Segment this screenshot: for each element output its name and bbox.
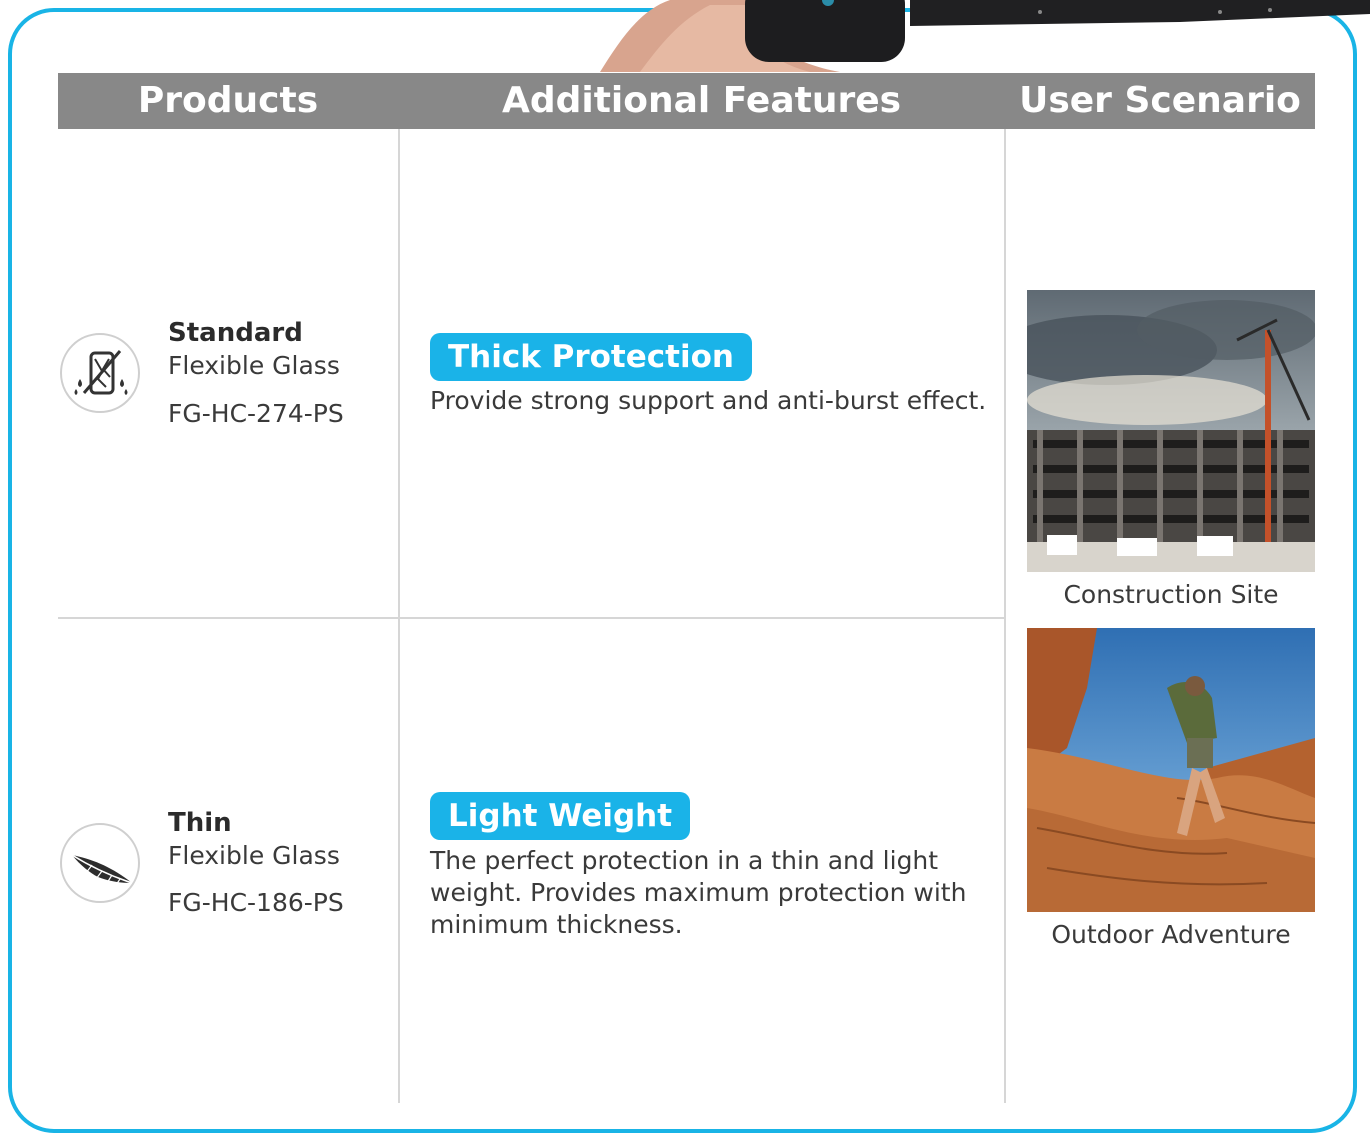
outdoor-adventure-image: [1027, 628, 1315, 912]
construction-site-image: [1027, 290, 1315, 572]
feature-description: Provide strong support and anti-burst ef…: [430, 386, 987, 415]
product-name: Thin: [168, 808, 232, 838]
shatter-proof-phone-icon: [60, 333, 140, 413]
table-header: Products Additional Features User Scenar…: [58, 73, 1315, 129]
header-additional-features: Additional Features: [501, 80, 902, 121]
feather-icon: [60, 823, 140, 903]
product-code: FG-HC-186-PS: [168, 888, 344, 917]
column-divider: [1004, 129, 1006, 1103]
row-divider: [58, 617, 1005, 619]
product-name: Standard: [168, 318, 303, 348]
feature-description: The perfect protection in a thin and lig…: [430, 846, 967, 939]
header-user-scenario: User Scenario: [1019, 80, 1301, 121]
product-type: Flexible Glass: [168, 351, 340, 380]
header-products: Products: [137, 80, 319, 121]
product-code: FG-HC-274-PS: [168, 399, 344, 428]
column-divider: [398, 129, 400, 1103]
feature-badge: Thick Protection: [430, 333, 752, 381]
product-type: Flexible Glass: [168, 841, 340, 870]
scenario-caption: Outdoor Adventure: [1051, 920, 1291, 949]
top-product-photo: [600, 0, 1370, 72]
feature-badge: Light Weight: [430, 792, 691, 840]
scenario-caption: Construction Site: [1063, 580, 1279, 609]
